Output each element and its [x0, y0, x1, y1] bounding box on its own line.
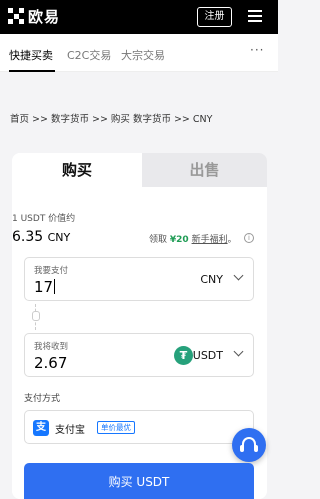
tab-buy[interactable]: 购买: [12, 153, 142, 187]
tab-c2c[interactable]: C2C交易: [67, 47, 111, 63]
active-tab-indicator: [9, 70, 55, 72]
top-navbar: 欧易 注册: [0, 0, 278, 34]
pay-amount-input[interactable]: 17: [34, 278, 56, 296]
receive-amount-label: 我将收到: [34, 342, 69, 352]
receive-currency-select[interactable]: USDT: [193, 349, 223, 362]
chevron-down-icon[interactable]: [233, 346, 244, 357]
chevron-down-icon[interactable]: [233, 270, 244, 281]
best-price-badge: 单价最优: [97, 421, 135, 434]
buy-usdt-button[interactable]: 购买 USDT: [24, 463, 254, 499]
brand-name[interactable]: 欧易: [28, 6, 60, 27]
more-tabs-icon[interactable]: ···: [250, 43, 264, 57]
customer-support-icon[interactable]: [232, 428, 266, 462]
tab-sell[interactable]: 出售: [142, 153, 267, 187]
promo-suffix: 。: [227, 235, 237, 245]
pay-amount-field[interactable]: 我要支付 17 CNY: [24, 257, 254, 301]
pay-currency-select[interactable]: CNY: [200, 273, 223, 286]
alipay-icon: 支: [33, 420, 49, 436]
hamburger-menu-icon[interactable]: [248, 10, 262, 22]
payment-method-name: 支付宝: [55, 425, 85, 436]
rate-number: 6.35: [12, 229, 44, 245]
receive-amount-input[interactable]: 2.67: [34, 354, 67, 372]
connector-link-icon: [32, 311, 40, 321]
tab-block-trade[interactable]: 大宗交易: [121, 47, 165, 63]
payment-method-select[interactable]: 支 支付宝 单价最优: [24, 410, 254, 444]
breadcrumb[interactable]: 首页 >> 数字货币 >> 购买 数字货币 >> CNY: [10, 111, 212, 125]
tether-icon: ₮: [174, 346, 193, 365]
receive-amount-field[interactable]: 我将收到 2.67 ₮ USDT: [24, 333, 254, 377]
info-icon[interactable]: i: [244, 233, 254, 243]
promo-amount: ¥20: [169, 235, 189, 245]
promo-link[interactable]: 新手福利: [192, 235, 228, 245]
pay-amount-label: 我要支付: [34, 266, 69, 276]
promo-prefix: 领取: [149, 235, 168, 245]
rate-value: 6.35 CNY: [12, 229, 70, 245]
tab-express[interactable]: 快捷买卖: [9, 47, 53, 63]
payment-method-label: 支付方式: [24, 394, 61, 404]
promo-text: 领取 ¥20 新手福利。: [149, 232, 237, 245]
trade-mode-tabs: 快捷买卖 C2C交易 大宗交易 ···: [0, 34, 278, 72]
okx-logo-icon[interactable]: [8, 8, 24, 24]
rate-currency: CNY: [47, 231, 71, 244]
rate-label: 1 USDT 价值约: [12, 214, 76, 224]
trade-card: 出售 购买: [12, 153, 267, 499]
buy-sell-tabs: 出售 购买: [12, 153, 267, 187]
text-cursor: [54, 279, 56, 294]
register-button[interactable]: 注册: [197, 7, 232, 27]
